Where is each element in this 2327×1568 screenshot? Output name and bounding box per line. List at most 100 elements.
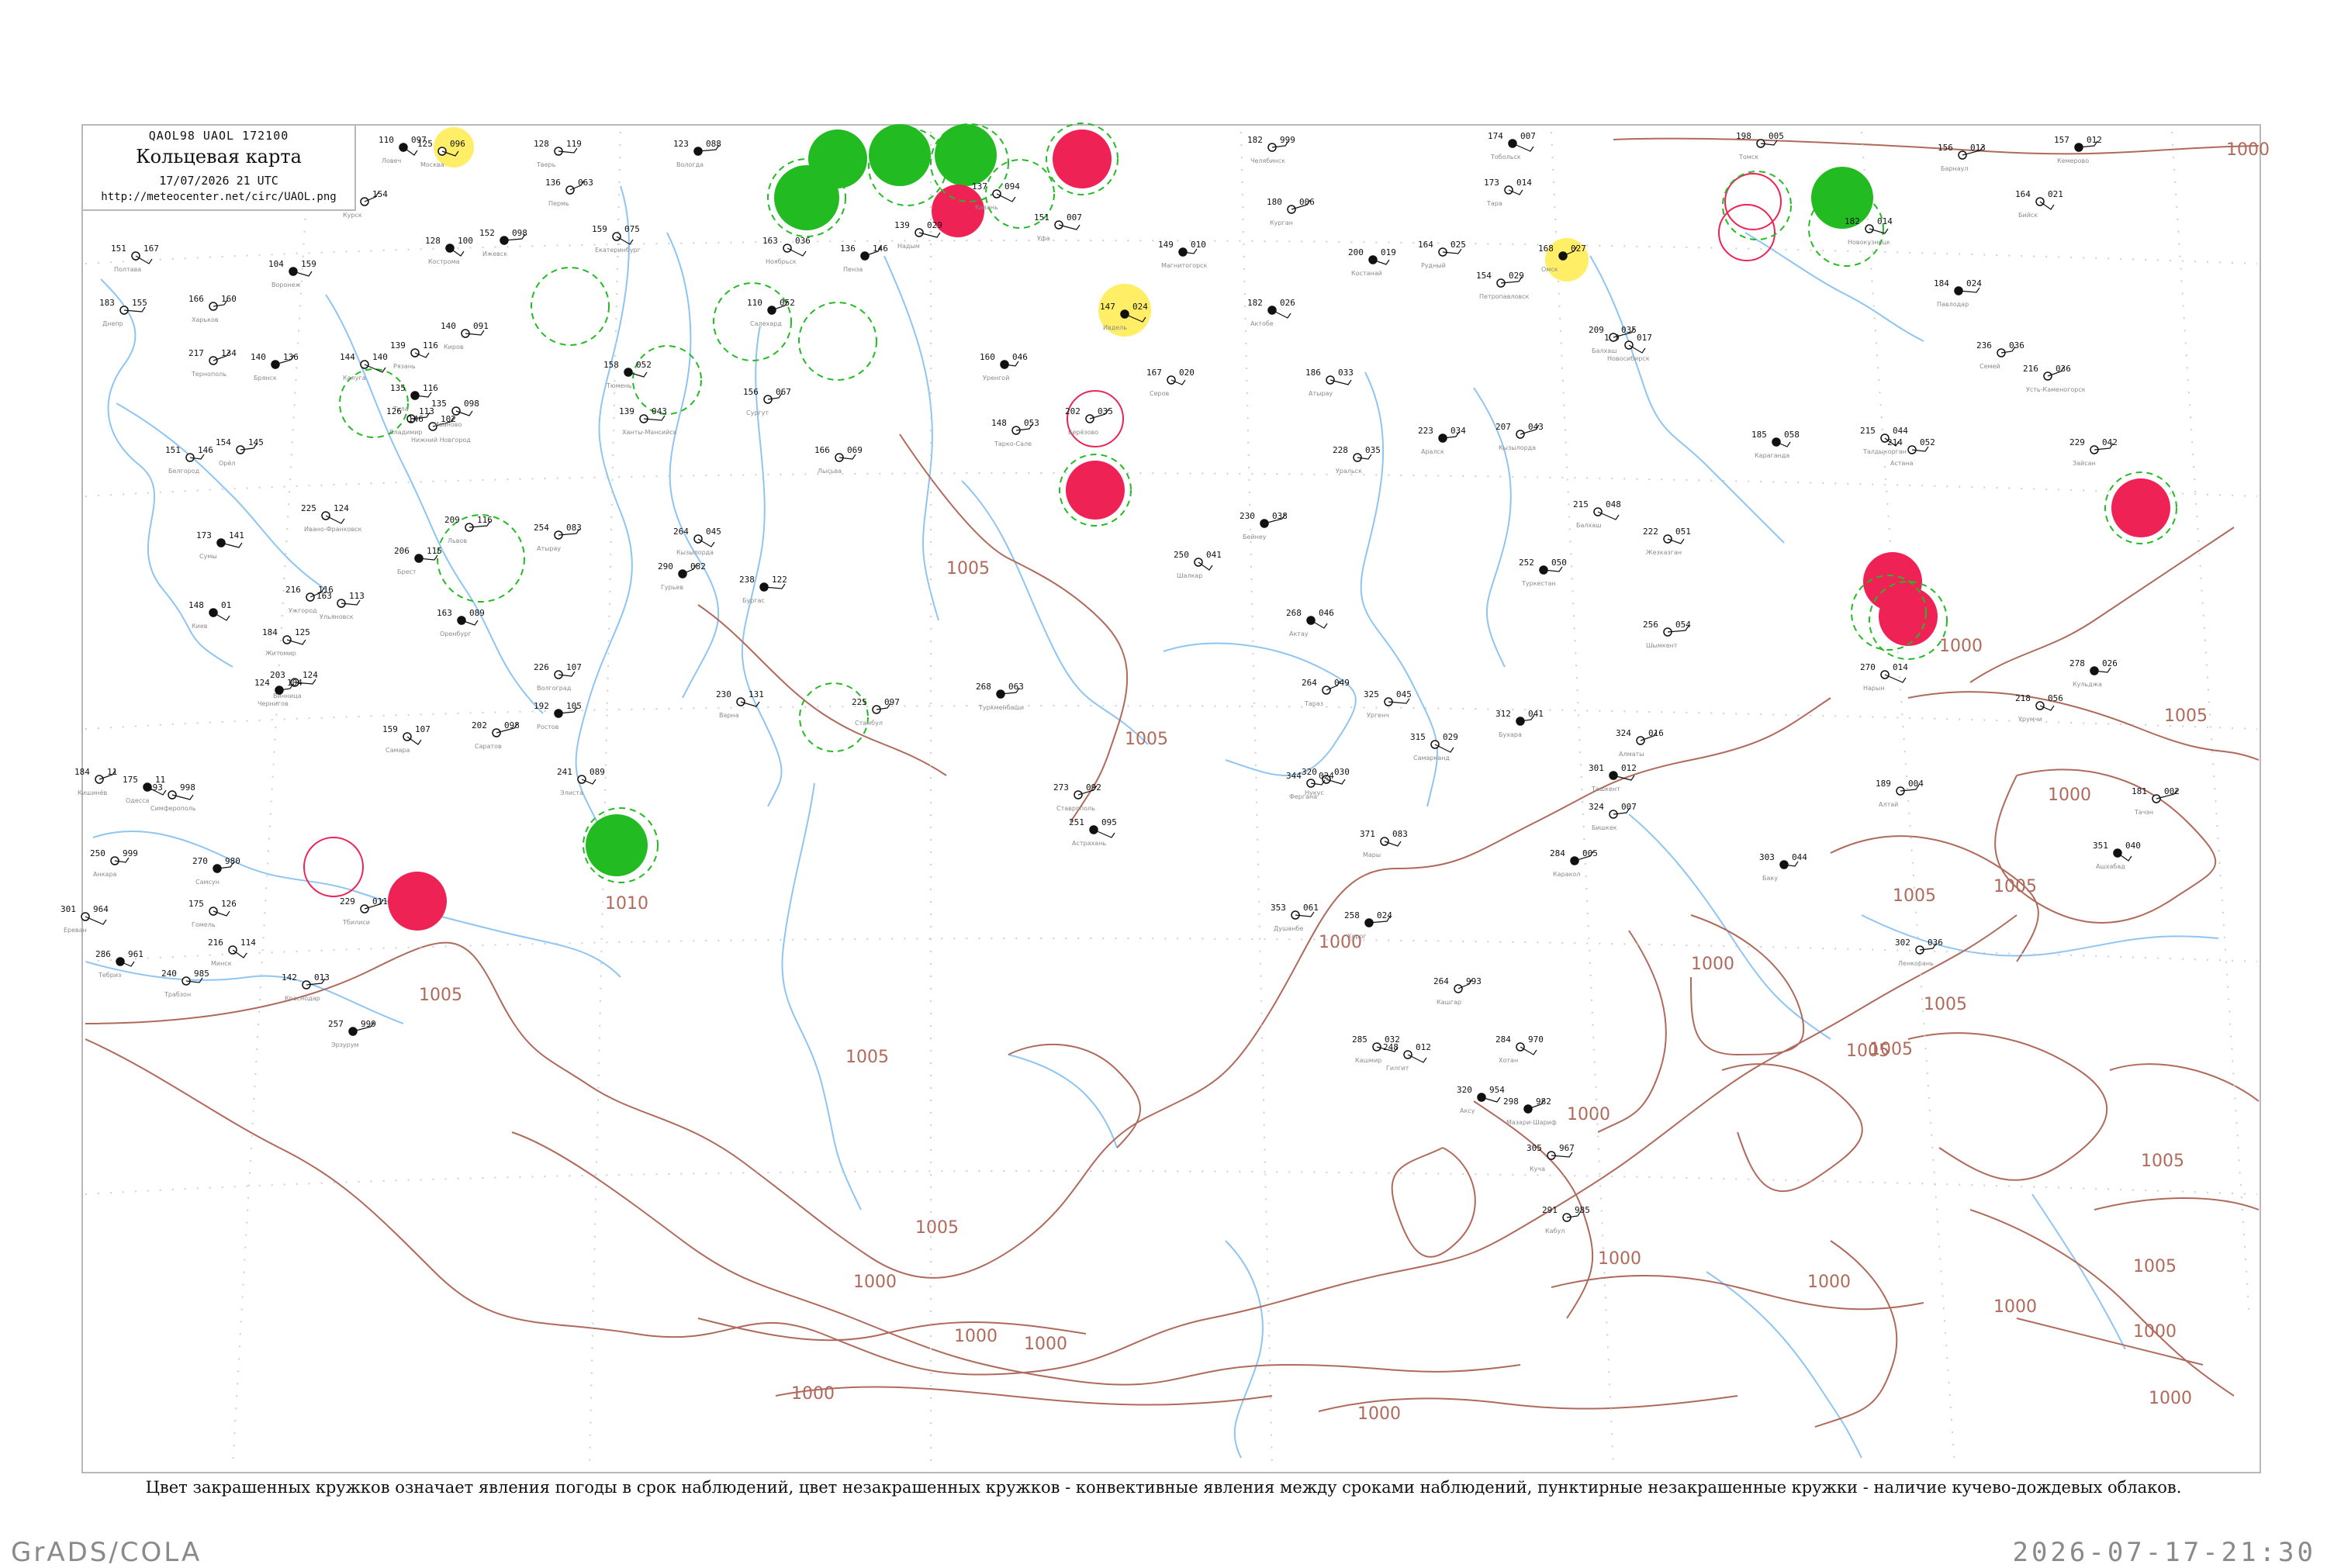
station-temperature: 324 xyxy=(1589,802,1604,812)
station-temperature: 216 xyxy=(208,938,223,948)
station-name: Варна xyxy=(719,712,739,719)
svg-text:1000: 1000 xyxy=(1357,1404,1401,1424)
map-url: http://meteocenter.net/circ/UAOL.png xyxy=(101,191,337,203)
station-pressure: 013 xyxy=(314,972,330,983)
station-name: Элиста xyxy=(560,789,583,796)
station-temperature: 154 xyxy=(216,437,231,447)
station-name: Бейнеу xyxy=(1243,534,1267,541)
station-pressure: 159 xyxy=(301,259,316,269)
svg-text:1005: 1005 xyxy=(915,1218,959,1238)
station-plot: 252 050 Туркестан xyxy=(1519,558,1567,587)
station-plot: 128 100 Кострома xyxy=(425,236,473,265)
station-pressure: 954 xyxy=(1489,1085,1505,1095)
station-name: Стамбул xyxy=(855,720,883,727)
station-name: Киев xyxy=(192,623,208,630)
station-name: Хорог xyxy=(1347,933,1367,940)
station-name: Киров xyxy=(444,344,464,351)
station-name: Шалкар xyxy=(1177,572,1202,579)
station-temperature: 371 xyxy=(1360,829,1375,839)
station-temperature: 182 xyxy=(1845,216,1860,226)
station-temperature: 183 xyxy=(99,298,115,308)
station-temperature: 136 xyxy=(545,178,561,188)
station-temperature: 230 xyxy=(716,689,731,699)
svg-text:1000: 1000 xyxy=(853,1273,897,1292)
svg-text:1005: 1005 xyxy=(1924,995,1967,1014)
station-pressure: 126 xyxy=(221,899,237,909)
station-name: Челябинск xyxy=(1250,157,1285,164)
station-plot: 164 025 Рудный xyxy=(1418,240,1466,269)
station-pressure: 054 xyxy=(1675,620,1691,630)
station-temperature: 240 xyxy=(161,969,177,979)
station-temperature: 291 xyxy=(1542,1205,1558,1215)
station-temperature: 139 xyxy=(894,220,910,230)
station-pressure: 052 xyxy=(780,298,795,308)
station-temperature: 202 xyxy=(472,720,487,730)
station-name: Гурьев xyxy=(661,584,683,591)
station-pressure: 029 xyxy=(1443,732,1458,742)
wind-barb xyxy=(1407,1054,1427,1063)
station-temperature: 264 xyxy=(673,527,689,537)
station-name: Бухара xyxy=(1499,731,1522,738)
wind-barb xyxy=(85,916,107,925)
station-pressure: 011 xyxy=(372,896,388,907)
station-temperature: 110 xyxy=(379,135,394,145)
rain-ring xyxy=(1718,204,1776,261)
station-name: Гилгит xyxy=(1386,1065,1409,1072)
station-plot: 209 116 Львов xyxy=(444,515,493,544)
station-name: Самара xyxy=(386,747,410,754)
station-plot: 110 052 Салехард xyxy=(747,298,795,327)
station-pressure: 035 xyxy=(1098,406,1113,416)
station-plot: 273 092 Ставрополь xyxy=(1053,782,1101,812)
station-name: Нарын xyxy=(1863,685,1885,692)
wind-barb xyxy=(325,515,345,524)
station-temperature: 124 xyxy=(254,678,270,688)
station-plot: 241 089 Элиста xyxy=(557,767,605,796)
station-name: Калуга xyxy=(343,375,366,382)
station-pressure: 050 xyxy=(1551,558,1567,568)
station-plot: 225 097 Стамбул xyxy=(852,697,900,727)
station-plot: 182 026 Актобе xyxy=(1247,298,1295,327)
station-pressure: 124 xyxy=(303,670,318,680)
station-temperature: 251 xyxy=(1069,817,1084,827)
station-name: Ереван xyxy=(64,927,87,934)
station-plot: 226 107 Волгоград xyxy=(534,662,582,692)
svg-text:1005: 1005 xyxy=(2141,1152,2184,1171)
station-temperature: 180 xyxy=(1267,197,1282,207)
station-temperature: 185 xyxy=(1751,430,1767,440)
station-plot: 140 091 Киров xyxy=(441,321,489,351)
station-name: Орёл xyxy=(219,460,235,467)
station-name: Анкара xyxy=(93,871,117,878)
station-pressure: 044 xyxy=(1893,426,1908,436)
wind-barb xyxy=(1093,829,1115,838)
station-temperature: 128 xyxy=(534,139,549,149)
station-pressure: 089 xyxy=(469,608,485,618)
station-name: Балхаш xyxy=(1576,522,1601,529)
station-name: Ульяновск xyxy=(320,613,354,620)
station-temperature: 207 xyxy=(1495,422,1511,432)
station-pressure: 094 xyxy=(1004,181,1020,192)
station-name: Атырау xyxy=(1309,390,1333,397)
station-temperature: 241 xyxy=(557,767,572,777)
station-temperature: 156 xyxy=(1938,143,1953,153)
station-temperature: 164 xyxy=(1418,240,1433,250)
station-plot: 183 155 Днепр xyxy=(99,298,147,327)
station-pressure: 012 xyxy=(1621,763,1637,773)
station-name: Шымкент xyxy=(1646,642,1678,649)
station-name: Ижевск xyxy=(482,250,507,257)
station-pressure: 007 xyxy=(1621,802,1637,812)
station-plot: 136 063 Пермь xyxy=(545,178,593,207)
station-plot: 278 026 Кульджа xyxy=(2069,658,2118,688)
station-name: Мары xyxy=(1363,851,1381,858)
svg-text:1000: 1000 xyxy=(1598,1249,1641,1269)
station-name: Гомель xyxy=(192,921,216,928)
station-name: Алматы xyxy=(1619,751,1644,758)
station-pressure: 007 xyxy=(1520,131,1536,141)
wind-barb xyxy=(1512,143,1534,152)
station-name: Кемерово xyxy=(2057,157,2089,164)
station-pressure: 134 xyxy=(221,348,237,358)
station-pressure: 036 xyxy=(2056,364,2071,374)
station-plot: 181 002 Тачэн xyxy=(2132,786,2180,816)
station-name: Рязань xyxy=(393,363,416,370)
station-pressure: 046 xyxy=(1319,608,1334,618)
station-pressure: 097 xyxy=(884,697,900,707)
